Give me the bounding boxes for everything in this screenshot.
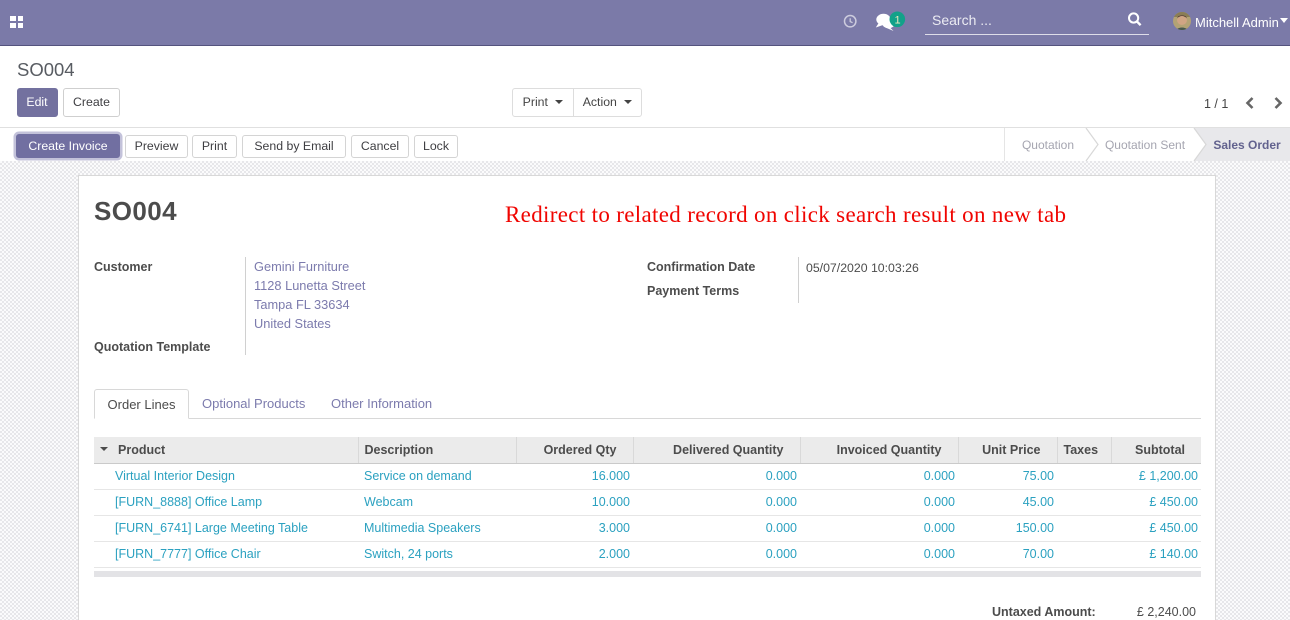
svg-text:Quotation: Quotation <box>1022 138 1074 152</box>
svg-text:Quotation Sent: Quotation Sent <box>1105 138 1186 152</box>
svg-text:1: 1 <box>894 14 900 26</box>
svg-text:Sales Order: Sales Order <box>1213 138 1281 152</box>
